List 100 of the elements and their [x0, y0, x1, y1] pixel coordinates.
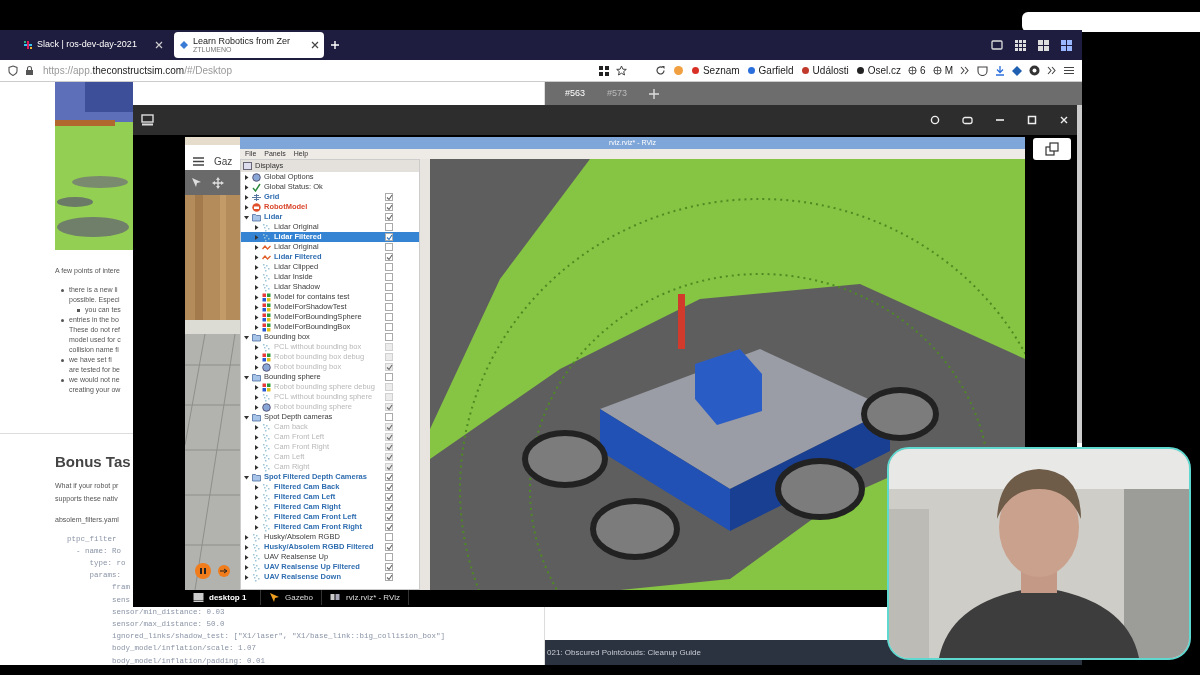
checkbox[interactable]	[385, 333, 393, 341]
download-icon[interactable]	[995, 65, 1005, 76]
checkbox[interactable]	[385, 483, 393, 491]
expand-arrow-icon[interactable]	[254, 514, 259, 520]
extension-icon[interactable]	[1012, 65, 1022, 76]
checkbox[interactable]	[385, 573, 393, 581]
checkbox[interactable]	[385, 243, 393, 251]
pointer-icon[interactable]	[191, 177, 202, 188]
pocket-icon[interactable]	[977, 65, 988, 76]
refresh-icon[interactable]	[930, 115, 940, 125]
reload-icon[interactable]	[654, 65, 666, 76]
tag-icon[interactable]	[962, 115, 973, 125]
maximize-icon[interactable]	[1027, 115, 1037, 125]
checkbox[interactable]	[385, 473, 393, 481]
close-icon[interactable]	[311, 41, 319, 49]
point-cloud-icon	[262, 232, 271, 242]
menu-icon[interactable]	[193, 157, 204, 166]
expand-arrow-icon[interactable]	[254, 284, 259, 290]
expand-arrow-icon[interactable]	[244, 374, 249, 380]
taskbar-item[interactable]: rviz.rviz* - RViz	[322, 590, 409, 605]
taskbar-item[interactable]: Gazebo	[261, 590, 323, 605]
expand-arrow-icon[interactable]	[254, 494, 259, 500]
globe-icon	[262, 362, 271, 372]
scrollbar[interactable]	[1077, 105, 1082, 443]
checkbox[interactable]	[385, 373, 393, 381]
expand-arrow-icon[interactable]	[254, 324, 259, 330]
expand-arrow-icon[interactable]	[244, 204, 249, 210]
favicon-icon	[179, 40, 189, 50]
expand-arrow-icon[interactable]	[254, 304, 259, 310]
checkbox[interactable]	[385, 513, 393, 521]
expand-arrow-icon[interactable]	[254, 524, 259, 530]
point-cloud-icon	[262, 392, 271, 402]
switch-screen-button[interactable]	[1033, 138, 1071, 160]
checkbox[interactable]	[385, 323, 393, 331]
expand-arrow-icon[interactable]	[244, 534, 249, 540]
move-icon[interactable]	[212, 176, 224, 189]
chevron-icon[interactable]	[960, 66, 970, 75]
checkbox[interactable]	[385, 253, 393, 261]
checkbox[interactable]	[385, 413, 393, 421]
expand-arrow-icon[interactable]	[244, 174, 249, 180]
expand-arrow-icon[interactable]	[254, 314, 259, 320]
bookmark-link[interactable]: Osel.cz	[855, 63, 902, 78]
grid-icon[interactable]	[598, 65, 609, 76]
expand-arrow-icon[interactable]	[254, 274, 259, 280]
tiles-icon[interactable]	[1061, 39, 1072, 51]
checkbox[interactable]	[385, 283, 393, 291]
lock-icon[interactable]	[25, 65, 34, 76]
star-icon[interactable]	[615, 65, 627, 76]
expand-arrow-icon[interactable]	[244, 574, 249, 580]
expand-arrow-icon[interactable]	[254, 224, 259, 230]
checkbox[interactable]	[385, 223, 393, 231]
chevron-icon[interactable]	[1047, 66, 1057, 75]
browser-tab[interactable]: Slack | ros-dev-day-2021	[18, 32, 168, 58]
checkbox[interactable]	[385, 503, 393, 511]
point-cloud-icon	[262, 452, 271, 462]
folder-icon	[252, 332, 261, 342]
checkbox[interactable]	[385, 533, 393, 541]
window-icon[interactable]	[991, 39, 1003, 50]
checkbox[interactable]	[385, 543, 393, 551]
shield-icon[interactable]	[8, 65, 18, 76]
extension-icon[interactable]	[1029, 65, 1040, 76]
checkbox[interactable]	[385, 553, 393, 561]
expand-arrow-icon[interactable]	[254, 254, 259, 260]
checkbox[interactable]	[385, 313, 393, 321]
menu-icon[interactable]	[1064, 66, 1074, 75]
expand-arrow-icon[interactable]	[244, 194, 249, 200]
tiles-icon[interactable]	[1038, 39, 1049, 51]
bookmark-link[interactable]: Události	[800, 63, 849, 78]
bookmark-link[interactable]: Garfield	[746, 63, 794, 78]
checkbox[interactable]	[385, 263, 393, 271]
expand-arrow-icon[interactable]	[254, 294, 259, 300]
expand-arrow-icon[interactable]	[244, 474, 249, 480]
checkbox[interactable]	[385, 233, 393, 241]
expand-arrow-icon[interactable]	[254, 264, 259, 270]
checkbox[interactable]	[385, 193, 393, 201]
expand-arrow-icon[interactable]	[254, 484, 259, 490]
taskbar-item[interactable]: desktop 1	[185, 590, 261, 605]
bookmark-link[interactable]: M	[932, 63, 953, 78]
tab[interactable]: #563	[565, 86, 586, 101]
checkbox[interactable]	[385, 203, 393, 211]
checkbox[interactable]	[385, 303, 393, 311]
expand-arrow-icon[interactable]	[244, 564, 249, 570]
expand-arrow-icon[interactable]	[244, 554, 249, 560]
bookmark-link[interactable]: 6	[908, 63, 926, 78]
checkbox[interactable]	[385, 213, 393, 221]
expand-arrow-icon[interactable]	[244, 414, 249, 420]
grid-icon[interactable]	[1015, 39, 1026, 51]
expand-arrow-icon[interactable]	[244, 214, 249, 220]
expand-arrow-icon[interactable]	[254, 504, 259, 510]
checkbox[interactable]	[385, 293, 393, 301]
expand-arrow-icon[interactable]	[244, 544, 249, 550]
bookmark-link[interactable]: Seznam	[690, 63, 740, 78]
checkbox[interactable]	[385, 493, 393, 501]
checkbox[interactable]	[385, 273, 393, 281]
checkbox[interactable]	[385, 523, 393, 531]
url-field[interactable]: https://app.theconstructsim.com/#/Desktop	[41, 63, 592, 78]
expand-arrow-icon[interactable]	[254, 244, 259, 250]
expand-arrow-icon[interactable]	[244, 334, 249, 340]
expand-arrow-icon[interactable]	[244, 184, 249, 190]
checkbox[interactable]	[385, 563, 393, 571]
